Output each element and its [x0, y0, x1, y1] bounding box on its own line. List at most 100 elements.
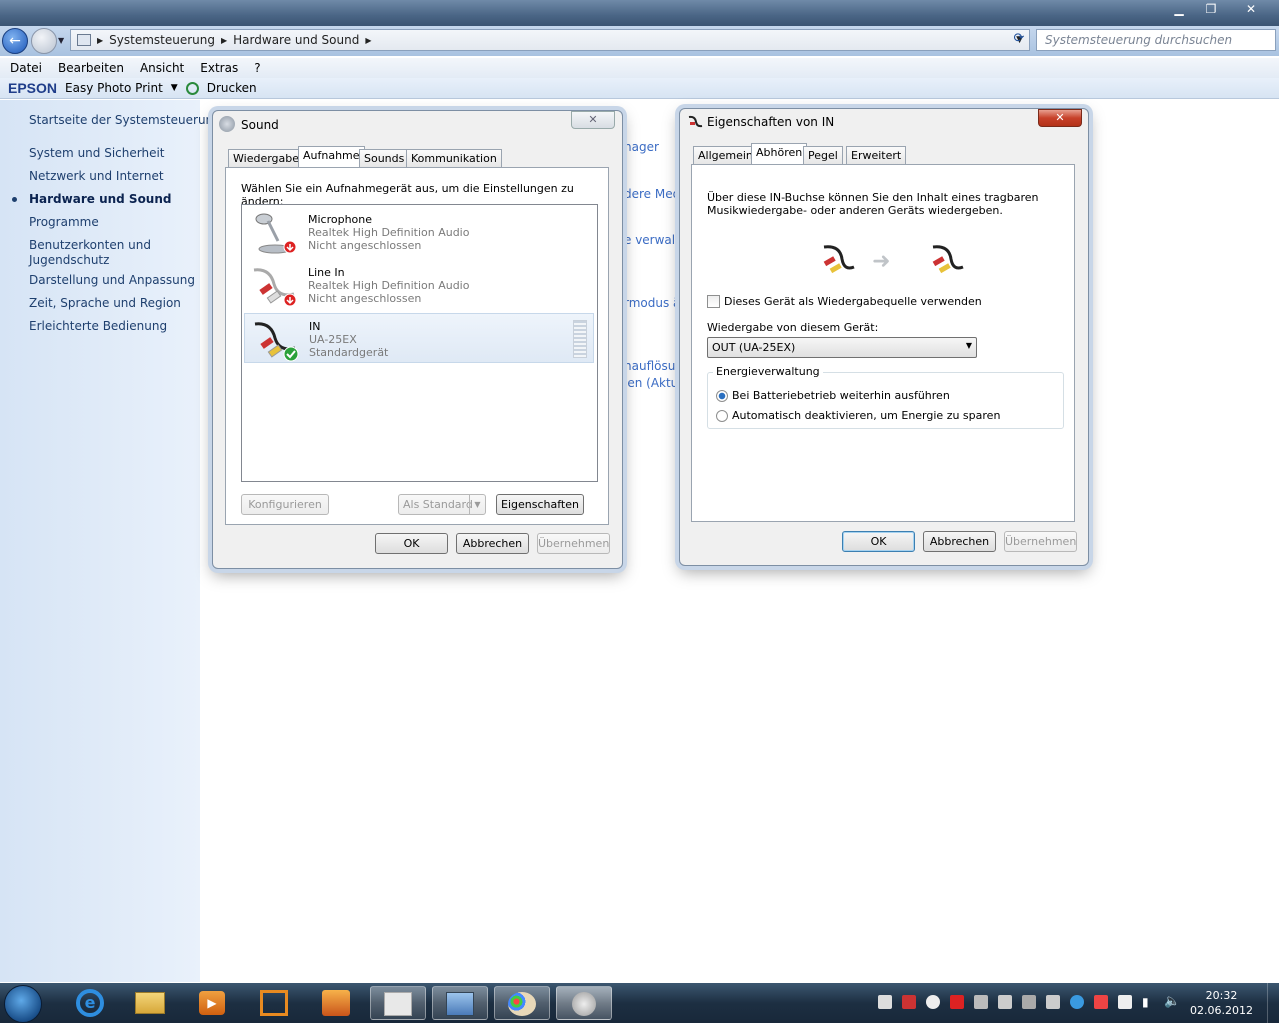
menu-ansicht[interactable]: Ansicht — [140, 61, 184, 75]
nav-user-accounts[interactable]: Benutzerkonten und Jugendschutz — [29, 238, 169, 268]
properties-apply-button[interactable]: Übernehmen — [1004, 531, 1077, 552]
tab-wiedergabe[interactable]: Wiedergabe — [228, 149, 305, 168]
chevron-down-icon: ▼ — [965, 341, 972, 350]
start-button[interactable] — [4, 985, 42, 1023]
device-in[interactable]: IN UA-25EX Standardgerät — [244, 313, 594, 363]
tray-icon[interactable] — [926, 995, 940, 1009]
app-icon — [322, 990, 350, 1016]
configure-button[interactable]: Konfigurieren — [241, 494, 329, 515]
tray-icon[interactable] — [998, 995, 1012, 1009]
power-option-keep-running-label[interactable]: Bei Batteriebetrieb weiterhin ausführen — [732, 389, 950, 402]
network-icon[interactable]: ▮ — [1142, 995, 1156, 1009]
set-default-button[interactable]: Als Standard ▼ — [398, 494, 486, 515]
forward-button[interactable] — [31, 28, 57, 54]
rca-cable-icon — [932, 245, 964, 274]
folder-icon — [135, 992, 165, 1014]
nav-system-security[interactable]: System und Sicherheit — [29, 146, 165, 161]
background-link[interactable]: dere Medi — [624, 187, 684, 201]
tab-erweitert[interactable]: Erweitert — [846, 146, 907, 165]
app-button[interactable] — [370, 986, 426, 1020]
tab-sounds[interactable]: Sounds — [359, 149, 410, 168]
nav-home[interactable]: Startseite der Systemsteuerung — [29, 113, 221, 128]
control-panel-button[interactable] — [432, 986, 488, 1020]
nav-network-internet[interactable]: Netzwerk und Internet — [29, 169, 164, 184]
tray-icon[interactable] — [974, 995, 988, 1009]
back-button[interactable]: ← — [2, 28, 28, 54]
nav-appearance[interactable]: Darstellung und Anpassung — [29, 273, 195, 288]
media-player-button[interactable]: ▶ — [184, 986, 240, 1020]
tray-icon[interactable] — [1094, 995, 1108, 1009]
tray-icon[interactable] — [902, 995, 916, 1009]
refresh-icon[interactable]: ⟳ — [1008, 31, 1030, 49]
menu-bearbeiten[interactable]: Bearbeiten — [58, 61, 124, 75]
device-microphone[interactable]: Microphone Realtek High Definition Audio… — [244, 207, 594, 257]
close-button[interactable]: ✕ — [1229, 0, 1273, 18]
properties-cancel-button[interactable]: Abbrechen — [923, 531, 996, 552]
tray-icon[interactable] — [878, 995, 892, 1009]
app-button[interactable] — [246, 986, 302, 1020]
control-panel-icon — [446, 992, 474, 1016]
playback-device-select[interactable]: OUT (UA-25EX) ▼ — [707, 337, 977, 358]
nav-hardware-sound[interactable]: Hardware und Sound — [29, 192, 171, 207]
show-desktop-button[interactable] — [1267, 983, 1279, 1023]
history-dropdown-icon[interactable]: ▼ — [58, 36, 64, 45]
power-option-auto-disable-radio[interactable] — [716, 410, 728, 422]
clock-time: 20:32 — [1205, 989, 1238, 1002]
easy-photo-print-button[interactable]: Easy Photo Print — [65, 81, 163, 95]
background-link[interactable]: e verwalte — [624, 233, 687, 247]
listen-checkbox[interactable] — [707, 295, 720, 308]
background-link[interactable]: len (Aktua — [624, 376, 686, 390]
device-line-in[interactable]: Line In Realtek High Definition Audio Ni… — [244, 260, 594, 310]
menu-datei[interactable]: Datei — [10, 61, 42, 75]
tab-abhoeren[interactable]: Abhören — [751, 143, 808, 165]
background-link[interactable]: rmodus ä — [624, 296, 680, 310]
listen-checkbox-label[interactable]: Dieses Gerät als Wiedergabequelle verwen… — [724, 295, 982, 308]
maximize-button[interactable]: ❐ — [1197, 0, 1225, 18]
internet-explorer-button[interactable]: e — [62, 986, 118, 1020]
current-section-bullet — [12, 197, 17, 202]
action-center-flag-icon[interactable] — [1118, 995, 1132, 1009]
app-button[interactable] — [308, 986, 364, 1020]
tray-icon[interactable] — [1070, 995, 1084, 1009]
search-input[interactable]: Systemsteuerung durchsuchen — [1036, 29, 1276, 51]
power-option-auto-disable-label[interactable]: Automatisch deaktivieren, um Energie zu … — [732, 409, 1000, 422]
photo-print-dropdown-icon[interactable]: ▼ — [171, 83, 178, 93]
volume-icon[interactable]: 🔈 — [1164, 995, 1180, 1009]
menu-help[interactable]: ? — [254, 61, 260, 75]
level-meter — [573, 320, 587, 358]
nav-ease-of-access[interactable]: Erleichterte Bedienung — [29, 319, 167, 334]
breadcrumb-systemsteuerung[interactable]: Systemsteuerung — [109, 33, 215, 47]
sound-close-button[interactable]: ✕ — [571, 111, 615, 129]
properties-button[interactable]: Eigenschaften — [496, 494, 584, 515]
breadcrumb-hardware-und-sound[interactable]: Hardware und Sound — [233, 33, 359, 47]
tray-icon[interactable] — [950, 995, 964, 1009]
clock[interactable]: 20:32 02.06.2012 — [1190, 988, 1253, 1018]
tab-aufnahme[interactable]: Aufnahme — [298, 146, 365, 168]
tab-pegel[interactable]: Pegel — [803, 146, 843, 165]
nav-programs[interactable]: Programme — [29, 215, 99, 230]
properties-ok-button[interactable]: OK — [842, 531, 915, 552]
paint-button[interactable] — [494, 986, 550, 1020]
properties-close-button[interactable]: ✕ — [1038, 109, 1082, 127]
background-link[interactable]: nager — [624, 140, 659, 154]
tab-kommunikation[interactable]: Kommunikation — [406, 149, 502, 168]
tray-icon[interactable] — [1046, 995, 1060, 1009]
breadcrumb-separator-icon[interactable]: ▶ — [365, 36, 371, 45]
breadcrumb-separator-icon[interactable]: ▶ — [97, 36, 103, 45]
print-button[interactable]: Drucken — [207, 81, 257, 95]
paint-icon — [508, 992, 536, 1016]
breadcrumb-separator-icon[interactable]: ▶ — [221, 36, 227, 45]
sound-cancel-button[interactable]: Abbrechen — [456, 533, 529, 554]
explorer-button[interactable] — [122, 986, 178, 1020]
sound-button[interactable] — [556, 986, 612, 1020]
minimize-button[interactable]: ▁ — [1165, 0, 1193, 18]
power-option-keep-running-radio[interactable] — [716, 390, 728, 402]
address-bar[interactable]: ▶ Systemsteuerung ▶ Hardware und Sound ▶… — [70, 29, 1030, 51]
tray-icon[interactable] — [1022, 995, 1036, 1009]
sound-ok-button[interactable]: OK — [375, 533, 448, 554]
sound-apply-button[interactable]: Übernehmen — [537, 533, 610, 554]
chevron-down-icon[interactable]: ▼ — [469, 495, 485, 514]
menu-extras[interactable]: Extras — [200, 61, 238, 75]
tab-allgemein[interactable]: Allgemein — [693, 146, 758, 165]
nav-clock-language[interactable]: Zeit, Sprache und Region — [29, 296, 181, 311]
